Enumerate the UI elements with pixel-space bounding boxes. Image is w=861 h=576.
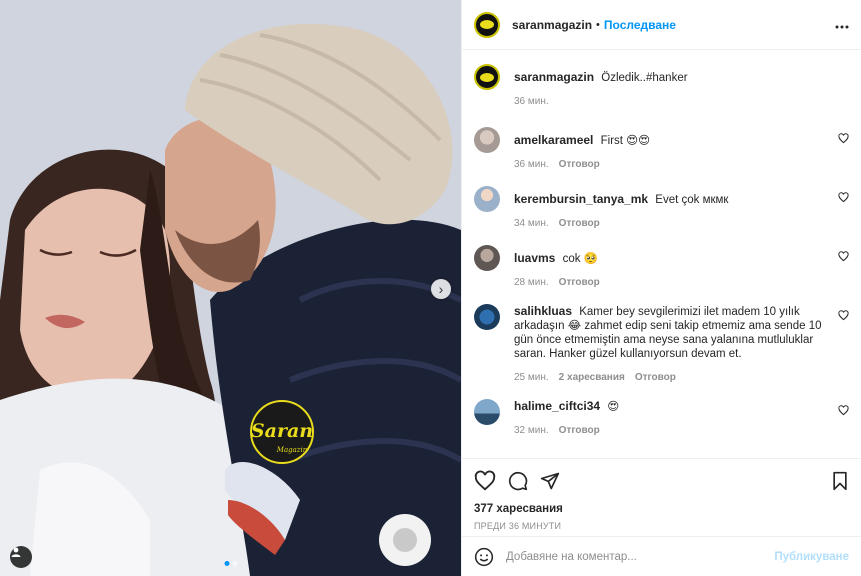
post-photo[interactable]: Saran Magazin › — [0, 0, 461, 576]
comment-likes[interactable]: 2 харесвания — [559, 371, 625, 385]
comment-body: salihkluas Kamer bey sevgilerimizi ilet … — [514, 304, 849, 385]
share-send-icon[interactable] — [540, 471, 560, 491]
commenter-avatar[interactable] — [474, 127, 500, 153]
like-count[interactable]: 377 харесвания — [474, 503, 849, 515]
comment-body: halime_ciftci34 😍 32 мин. Отговор — [514, 399, 849, 438]
next-photo-button[interactable]: › — [431, 279, 451, 299]
post-actions: 377 харесвания ПРЕДИ 36 МИНУТИ — [462, 458, 861, 536]
comment-text: cok 🥺 — [562, 253, 598, 265]
more-options-button[interactable] — [835, 16, 849, 34]
caption-author-avatar[interactable] — [474, 64, 500, 90]
emoji-smile-icon[interactable] — [474, 547, 494, 567]
reply-button[interactable]: Отговор — [559, 276, 600, 290]
post-details-panel: saranmagazin • Последване saranmagazin Ö… — [461, 0, 861, 576]
comment-input[interactable] — [506, 550, 775, 563]
like-heart-icon[interactable] — [474, 470, 496, 492]
more-horizontal-icon — [835, 25, 849, 28]
commenter-avatar[interactable] — [474, 186, 500, 212]
comment-time[interactable]: 28 мин. — [514, 276, 549, 290]
comment-time[interactable]: 25 мин. — [514, 371, 549, 385]
saran-watermark-logo: Saran Magazin — [250, 400, 314, 464]
comment-username[interactable]: kerembursin_tanya_mk — [514, 192, 648, 206]
post-header: saranmagazin • Последване — [462, 0, 861, 50]
comment-username[interactable]: halime_ciftci34 — [514, 399, 600, 413]
carousel-indicator — [224, 561, 237, 566]
comment-item: salihkluas Kamer bey sevgilerimizi ilet … — [474, 304, 849, 385]
post-timestamp[interactable]: ПРЕДИ 36 МИНУТИ — [474, 521, 849, 531]
commenter-avatar[interactable] — [474, 399, 500, 425]
caption-body: saranmagazin Özledik..#hanker 36 мин. — [514, 64, 849, 109]
comment-item: halime_ciftci34 😍 32 мин. Отговор — [474, 399, 849, 438]
follow-button[interactable]: Последване — [604, 18, 676, 32]
photo-illustration: Saran Magazin — [0, 0, 461, 576]
svg-text:Saran: Saran — [251, 420, 313, 442]
heart-icon[interactable] — [838, 405, 849, 416]
svg-text:Magazin: Magazin — [276, 446, 308, 454]
comment-body: luavms cok 🥺 28 мин. Отговор — [514, 245, 849, 290]
comment-time[interactable]: 36 мин. — [514, 158, 549, 172]
caption-text: Özledik..#hanker — [601, 72, 688, 84]
publish-button[interactable]: Публикуване — [774, 551, 849, 563]
comment-item: amelkarameel First 😍😍 36 мин. Отговор — [474, 127, 849, 172]
comment-time[interactable]: 32 мин. — [514, 424, 549, 438]
commenter-avatar[interactable] — [474, 304, 500, 330]
comment-item: luavms cok 🥺 28 мин. Отговор — [474, 245, 849, 290]
heart-icon[interactable] — [838, 192, 849, 203]
comment-text: 😍 — [607, 401, 620, 413]
comment-icon[interactable] — [508, 471, 528, 491]
author-username[interactable]: saranmagazin — [512, 18, 592, 32]
reply-button[interactable]: Отговор — [635, 371, 676, 385]
reply-button[interactable]: Отговор — [559, 217, 600, 231]
comment-username[interactable]: amelkarameel — [514, 133, 593, 147]
header-separator: • — [596, 18, 600, 31]
comment-composer: Публикуване — [462, 536, 861, 576]
action-icons — [474, 469, 849, 493]
caption-time[interactable]: 36 мин. — [514, 95, 549, 109]
author-avatar[interactable] — [474, 11, 500, 38]
comment-text: First 😍😍 — [600, 135, 651, 147]
heart-icon[interactable] — [838, 310, 849, 321]
post-caption: saranmagazin Özledik..#hanker 36 мин. — [474, 64, 849, 109]
reply-button[interactable]: Отговор — [559, 424, 600, 438]
comment-text: Evet çok мкмк — [655, 194, 729, 206]
reply-button[interactable]: Отговор — [559, 158, 600, 172]
comment-username[interactable]: luavms — [514, 251, 555, 265]
commenter-avatar[interactable] — [474, 245, 500, 271]
carousel-dot — [232, 561, 237, 566]
carousel-dot-active — [224, 561, 229, 566]
comment-body: kerembursin_tanya_mk Evet çok мкмк 34 ми… — [514, 186, 849, 231]
chevron-right-icon: › — [438, 281, 444, 297]
caption-username[interactable]: saranmagazin — [514, 70, 594, 84]
post-modal: Saran Magazin › saranmagazin • Последван… — [0, 0, 861, 576]
comment-username[interactable]: salihkluas — [514, 304, 572, 318]
tagged-users-button[interactable] — [10, 546, 32, 568]
comment-item: kerembursin_tanya_mk Evet çok мкмк 34 ми… — [474, 186, 849, 231]
comment-body: amelkarameel First 😍😍 36 мин. Отговор — [514, 127, 849, 172]
save-bookmark-icon[interactable] — [831, 471, 849, 491]
comment-time[interactable]: 34 мин. — [514, 217, 549, 231]
heart-icon[interactable] — [838, 133, 849, 144]
user-icon — [11, 547, 21, 557]
comments-list[interactable]: saranmagazin Özledik..#hanker 36 мин. am… — [462, 50, 861, 458]
heart-icon[interactable] — [838, 251, 849, 262]
